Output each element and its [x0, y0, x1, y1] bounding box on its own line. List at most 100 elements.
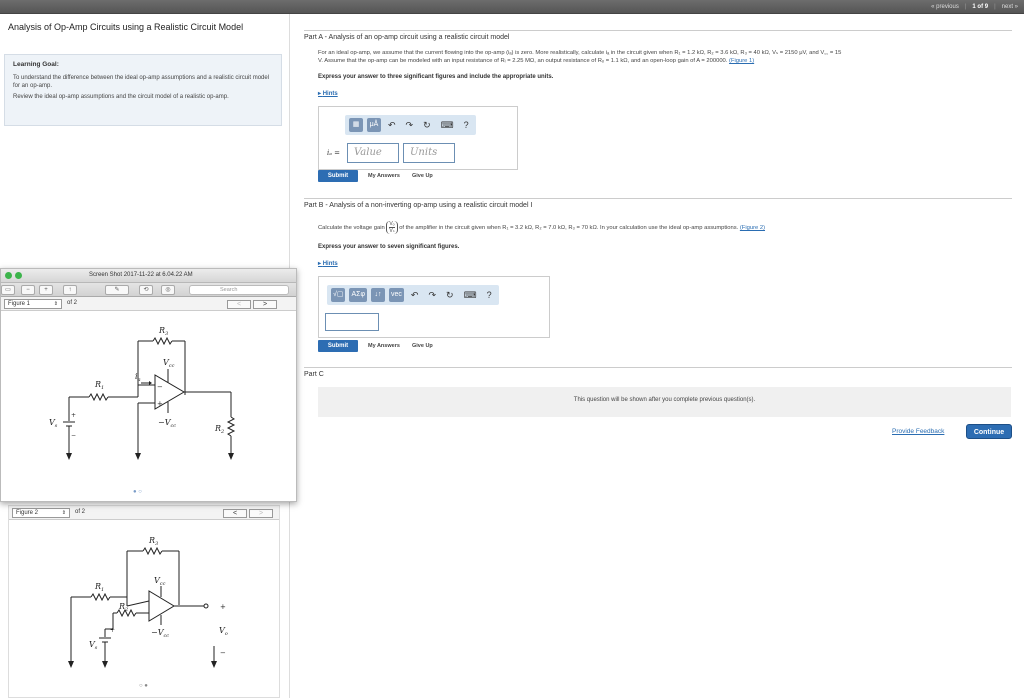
- template-icon[interactable]: ▦: [349, 118, 363, 132]
- help-icon[interactable]: ?: [461, 120, 472, 130]
- part-a-question: For an ideal op-amp, we assume that the …: [318, 50, 842, 64]
- top-navigation-bar: « previous | 1 of 9 | next »: [0, 0, 1024, 14]
- part-b-hints-link[interactable]: ▸ Hints: [318, 260, 338, 267]
- continue-button[interactable]: Continue: [966, 424, 1012, 439]
- reset-icon[interactable]: ↻: [420, 120, 434, 131]
- zoom-out-icon[interactable]: −: [21, 285, 35, 295]
- svg-text:R3: R3: [148, 536, 158, 547]
- previous-link[interactable]: « previous: [931, 4, 959, 10]
- right-column: Part A - Analysis of an op-amp circuit u…: [290, 14, 1024, 698]
- preview-window: Screen Shot 2017-11-22 at 6.04.22 AM ▭ −…: [0, 268, 297, 502]
- part-a-units-input[interactable]: Units: [403, 143, 455, 163]
- learning-goal-text: To understand the difference between the…: [13, 75, 270, 89]
- left-column: Analysis of Op-Amp Circuits using a Real…: [0, 14, 297, 698]
- rotate-icon[interactable]: ⟲: [139, 285, 153, 295]
- part-b-question: Calculate the voltage gain Vₒ Vₛ of the …: [318, 221, 766, 234]
- next-link[interactable]: next »: [1002, 4, 1018, 10]
- part-a-my-answers-link[interactable]: My Answers: [368, 173, 400, 179]
- redo-icon[interactable]: ↷: [425, 290, 439, 301]
- part-c-message: This question will be shown after you co…: [573, 397, 756, 403]
- figure-1-circuit: R3 R1 R2 ia Vcc −Vcc Vs + − − +: [49, 326, 236, 460]
- figure-2-link[interactable]: (Figure 2): [740, 225, 765, 231]
- question-position: 1 of 9: [972, 4, 989, 10]
- share-icon[interactable]: ↑: [63, 285, 77, 295]
- part-a-variable-label: iₐ =: [327, 149, 340, 157]
- figure-2-toolbar: Figure 2 ⇕ of 2 < >: [9, 506, 279, 520]
- figure-2-panel: Figure 2 ⇕ of 2 < > R3 R1 R2 Vcc −Vcc Vs…: [8, 505, 280, 698]
- svg-text:−Vcc: −Vcc: [158, 418, 176, 429]
- keyboard-icon[interactable]: ⌨: [438, 120, 457, 131]
- part-a-hints-link[interactable]: ▸ Hints: [318, 90, 338, 97]
- svg-text:R1: R1: [94, 380, 104, 391]
- separator: |: [964, 4, 967, 10]
- figure-prev-button[interactable]: <: [227, 300, 251, 309]
- annotate-icon[interactable]: ◎: [161, 285, 175, 295]
- window-button-icon[interactable]: [5, 272, 12, 279]
- svg-text:Vcc: Vcc: [154, 576, 166, 587]
- page-title: Analysis of Op-Amp Circuits using a Real…: [8, 22, 244, 32]
- svg-text:Vs: Vs: [89, 640, 98, 651]
- part-b-instruction: Express your answer to seven significant…: [318, 244, 460, 250]
- svg-text:R3: R3: [158, 326, 168, 337]
- figure-2-circuit: R3 R1 R2 Vcc −Vcc Vs Vo + − +: [68, 536, 228, 668]
- part-b-math-toolbar: √▢ ΑΣφ ↓↑ vec ↶ ↷ ↻ ⌨ ?: [327, 285, 499, 305]
- greek-symbols-icon[interactable]: ΑΣφ: [349, 288, 368, 302]
- preview-toolbar: ▭ − + ↑ ✎ ⟲ ◎ Search: [1, 283, 296, 297]
- preview-titlebar[interactable]: Screen Shot 2017-11-22 at 6.04.22 AM: [1, 269, 296, 283]
- divider: [304, 367, 1012, 368]
- figure-1-count: of 2: [67, 300, 78, 306]
- question-pager: « previous | 1 of 9 | next »: [931, 2, 1018, 12]
- svg-text:+: +: [110, 627, 115, 634]
- redo-icon[interactable]: ↷: [403, 120, 417, 131]
- keyboard-icon[interactable]: ⌨: [461, 290, 480, 301]
- svg-text:+: +: [220, 603, 226, 611]
- root-template-icon[interactable]: √▢: [331, 288, 346, 302]
- part-a-value-input[interactable]: Value: [347, 143, 399, 163]
- markup-pen-icon[interactable]: ✎: [105, 285, 129, 295]
- subscript-icon[interactable]: ↓↑: [371, 288, 386, 302]
- part-a-give-up-link[interactable]: Give Up: [412, 173, 433, 179]
- part-b-heading: Part B - Analysis of a non-inverting op-…: [304, 202, 533, 209]
- figure-next-button[interactable]: >: [249, 509, 273, 518]
- part-b-submit-button[interactable]: Submit: [318, 340, 358, 352]
- zoom-in-icon[interactable]: +: [39, 285, 53, 295]
- undo-icon[interactable]: ↶: [385, 120, 399, 131]
- figure-1-select[interactable]: Figure 1 ⇕: [4, 299, 62, 309]
- part-b-my-answers-link[interactable]: My Answers: [368, 343, 400, 349]
- figure-2-count: of 2: [75, 509, 86, 515]
- figure-prev-button[interactable]: <: [223, 509, 247, 518]
- help-icon[interactable]: ?: [484, 290, 495, 300]
- svg-text:Vs: Vs: [49, 418, 58, 429]
- part-c-locked-box: This question will be shown after you co…: [318, 387, 1011, 417]
- part-b-give-up-link[interactable]: Give Up: [412, 343, 433, 349]
- part-a-heading: Part A - Analysis of an op-amp circuit u…: [304, 34, 510, 41]
- svg-text:R2: R2: [214, 424, 224, 435]
- svg-text:Vcc: Vcc: [163, 358, 175, 369]
- undo-icon[interactable]: ↶: [408, 290, 422, 301]
- part-b-answer-input[interactable]: [325, 313, 379, 331]
- divider: [304, 198, 1012, 199]
- svg-text:−: −: [157, 383, 163, 391]
- figure-next-button[interactable]: >: [253, 300, 277, 309]
- divider: [304, 30, 1012, 31]
- svg-text:+: +: [157, 400, 163, 408]
- provide-feedback-link[interactable]: Provide Feedback: [892, 428, 944, 435]
- svg-text:R1: R1: [94, 582, 104, 593]
- page-indicator-dots: ● ○: [133, 489, 142, 495]
- search-input[interactable]: Search: [189, 285, 289, 295]
- svg-text:Vo: Vo: [219, 626, 228, 637]
- sidebar-toggle-icon[interactable]: ▭: [1, 285, 15, 295]
- part-a-instruction: Express your answer to three significant…: [318, 74, 554, 80]
- learning-goal-box: Learning Goal: To understand the differe…: [4, 54, 282, 126]
- units-icon[interactable]: μÅ: [367, 118, 381, 132]
- preview-window-title: Screen Shot 2017-11-22 at 6.04.22 AM: [89, 272, 193, 278]
- svg-text:+: +: [71, 412, 76, 419]
- figure-1-link[interactable]: (Figure 1): [729, 58, 754, 64]
- figure-2-select[interactable]: Figure 2 ⇕: [12, 508, 70, 518]
- window-button-icon[interactable]: [15, 272, 22, 279]
- learning-goal-heading: Learning Goal:: [13, 61, 59, 68]
- part-a-submit-button[interactable]: Submit: [318, 170, 358, 182]
- reset-icon[interactable]: ↻: [443, 290, 457, 301]
- svg-text:−: −: [220, 649, 226, 657]
- vector-icon[interactable]: vec: [389, 288, 404, 302]
